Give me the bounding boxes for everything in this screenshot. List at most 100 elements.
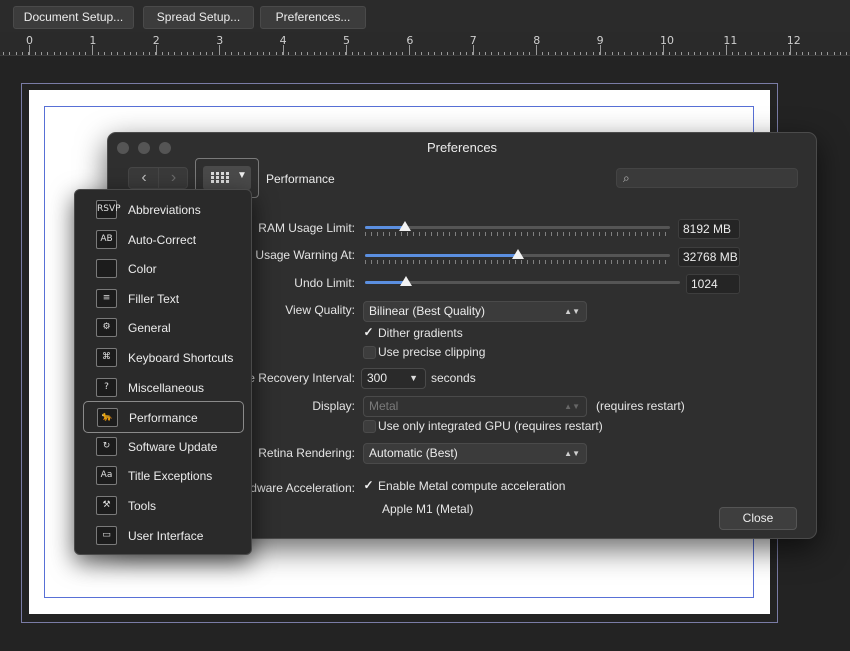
- ruler-minor-tick: [751, 52, 753, 55]
- ruler-minor-tick: [377, 52, 379, 55]
- ruler-minor-tick: [15, 52, 17, 55]
- ruler-minor-tick: [250, 52, 252, 55]
- retina-rendering-select[interactable]: Automatic (Best) ▲▼: [363, 443, 587, 464]
- ruler-minor-tick: [142, 52, 144, 55]
- grid-icon: [211, 172, 229, 184]
- spread-setup-button[interactable]: Spread Setup...: [143, 6, 254, 29]
- ruler-minor-tick: [186, 52, 188, 55]
- ruler-minor-tick: [637, 52, 638, 55]
- disk-usage-slider[interactable]: [365, 249, 670, 264]
- ruler-minor-tick: [776, 52, 778, 55]
- disk-usage-thumb[interactable]: [511, 249, 524, 259]
- ruler-minor-tick: [389, 52, 391, 55]
- abbreviations-icon: RSVP: [96, 200, 121, 219]
- ruler-minor-tick: [725, 52, 727, 55]
- menu-item-label: Keyboard Shortcuts: [128, 351, 234, 365]
- ruler-minor-tick: [415, 52, 417, 55]
- ruler-minor-tick: [567, 52, 569, 55]
- ruler-minor-tick: [301, 52, 302, 55]
- ruler-minor-tick: [66, 52, 68, 55]
- user-interface-icon: ▭: [96, 525, 117, 545]
- ruler-label: 7: [469, 34, 477, 47]
- menu-item-software-update[interactable]: ↻ Software Update: [83, 433, 243, 461]
- ruler-minor-tick: [808, 52, 810, 55]
- ruler-minor-tick: [155, 52, 157, 55]
- ruler-label: 9: [596, 34, 604, 47]
- menu-item-performance[interactable]: 🐆 Performance: [83, 401, 244, 434]
- ruler-label: 8: [533, 34, 541, 47]
- select-arrows-icon: ▲▼: [564, 449, 580, 458]
- close-button[interactable]: Close: [719, 507, 797, 530]
- menu-item-filler-text[interactable]: ≡ Filler Text: [83, 285, 243, 313]
- retina-rendering-value: Automatic (Best): [369, 446, 458, 460]
- keyboard-shortcuts-icon: ⌘: [96, 348, 117, 367]
- performance-icon: 🐆: [97, 408, 118, 428]
- ruler-minor-tick: [446, 52, 448, 55]
- horizontal-ruler[interactable]: 0 1 2 3 4 5 6 7 8 9 10 11 12: [0, 32, 850, 56]
- undo-limit-value[interactable]: 1024: [686, 274, 740, 294]
- view-quality-value: Bilinear (Best Quality): [369, 304, 486, 318]
- ruler-minor-tick: [136, 52, 138, 55]
- ruler-minor-tick: [649, 52, 651, 55]
- ruler-minor-tick: [9, 52, 11, 55]
- ruler-minor-tick: [516, 52, 518, 55]
- ruler-minor-tick: [662, 52, 664, 55]
- ruler-minor-tick: [434, 52, 436, 55]
- preferences-button[interactable]: Preferences...: [260, 6, 366, 29]
- ruler-minor-tick: [548, 52, 550, 55]
- ruler-minor-tick: [383, 52, 385, 55]
- menu-item-keyboard-shortcuts[interactable]: ⌘ Keyboard Shortcuts: [83, 344, 243, 372]
- menu-item-label: Miscellaneous: [128, 380, 205, 395]
- dither-gradients-checkbox[interactable]: ✓: [362, 326, 375, 339]
- ruler-minor-tick: [110, 52, 112, 55]
- menu-item-miscellaneous[interactable]: ? Miscellaneous: [83, 374, 243, 402]
- ruler-minor-tick: [491, 52, 493, 55]
- menu-item-abbreviations[interactable]: RSVP Abbreviations: [83, 196, 243, 224]
- menu-item-label: Software Update: [128, 439, 218, 454]
- recovery-interval-value: 300: [367, 371, 388, 385]
- ruler-minor-tick: [41, 52, 42, 55]
- ruler-minor-tick: [484, 52, 486, 55]
- view-quality-select[interactable]: Bilinear (Best Quality) ▲▼: [363, 301, 587, 322]
- recovery-interval-select[interactable]: 300 ▼: [361, 368, 426, 389]
- disk-usage-value[interactable]: 32768 MB: [678, 247, 740, 267]
- ruler-minor-tick: [675, 52, 676, 55]
- undo-limit-thumb[interactable]: [399, 276, 412, 286]
- ruler-minor-tick: [85, 52, 87, 55]
- ruler-minor-tick: [757, 52, 759, 55]
- ruler-minor-tick: [579, 52, 581, 55]
- search-field[interactable]: ⌕: [616, 168, 798, 188]
- menu-item-tools[interactable]: ⚒ Tools: [83, 492, 243, 520]
- ruler-minor-tick: [592, 52, 594, 55]
- ruler-minor-tick: [694, 52, 696, 55]
- ruler-minor-tick: [117, 52, 119, 55]
- navigation-segment: ‹ ›: [128, 167, 188, 189]
- ruler-minor-tick: [231, 52, 233, 55]
- ruler-minor-tick: [364, 52, 366, 55]
- back-button[interactable]: ‹: [129, 168, 159, 188]
- ruler-minor-tick: [294, 52, 296, 55]
- ruler-minor-tick: [148, 52, 150, 55]
- ruler-minor-tick: [313, 52, 315, 55]
- menu-item-general[interactable]: ⚙ General: [83, 314, 243, 342]
- ruler-minor-tick: [60, 52, 62, 55]
- menu-item-user-interface[interactable]: ▭ User Interface: [83, 522, 243, 550]
- ruler-minor-tick: [478, 52, 480, 55]
- integrated-gpu-checkbox[interactable]: [363, 420, 376, 433]
- ram-usage-thumb[interactable]: [398, 221, 411, 231]
- precise-clipping-checkbox[interactable]: [363, 346, 376, 359]
- menu-item-label: General: [128, 321, 171, 336]
- menu-item-auto-correct[interactable]: AB Auto-Correct: [83, 226, 243, 254]
- metal-acceleration-label: Enable Metal compute acceleration: [378, 479, 566, 493]
- metal-acceleration-checkbox[interactable]: ✓: [362, 479, 375, 492]
- ram-usage-slider[interactable]: [365, 221, 670, 236]
- menu-item-title-exceptions[interactable]: Aa Title Exceptions: [83, 462, 243, 490]
- undo-limit-slider[interactable]: [365, 276, 680, 286]
- ruler-minor-tick: [421, 52, 423, 55]
- document-setup-button[interactable]: Document Setup...: [13, 6, 134, 29]
- forward-button[interactable]: ›: [158, 168, 188, 188]
- ruler-label: 11: [723, 34, 738, 47]
- menu-item-color[interactable]: Color: [83, 255, 243, 283]
- ram-usage-value[interactable]: 8192 MB: [678, 219, 740, 239]
- ruler-minor-tick: [402, 52, 404, 55]
